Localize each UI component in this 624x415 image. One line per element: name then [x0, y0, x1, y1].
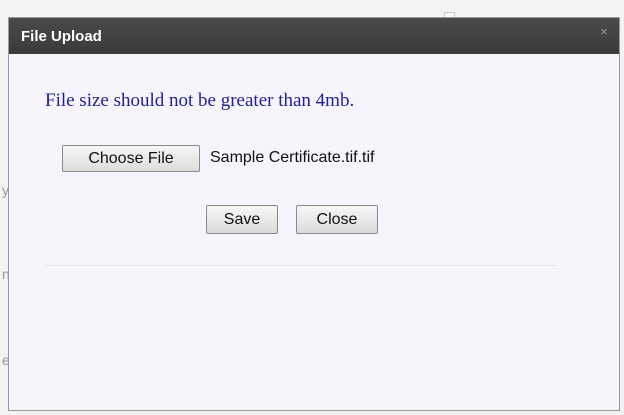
file-size-message: File size should not be greater than 4mb… — [45, 90, 355, 111]
save-button[interactable]: Save — [206, 205, 278, 234]
close-icon[interactable]: × — [597, 25, 611, 39]
choose-file-button[interactable]: Choose File — [62, 145, 200, 172]
close-button[interactable]: Close — [296, 205, 378, 234]
divider — [45, 265, 557, 266]
selected-file-name: Sample Certificate.tif.tif — [210, 149, 375, 166]
dialog-titlebar: File Upload × — [9, 18, 619, 54]
dialog-title: File Upload — [21, 28, 102, 45]
file-upload-dialog: File Upload × File size should not be gr… — [8, 17, 620, 411]
